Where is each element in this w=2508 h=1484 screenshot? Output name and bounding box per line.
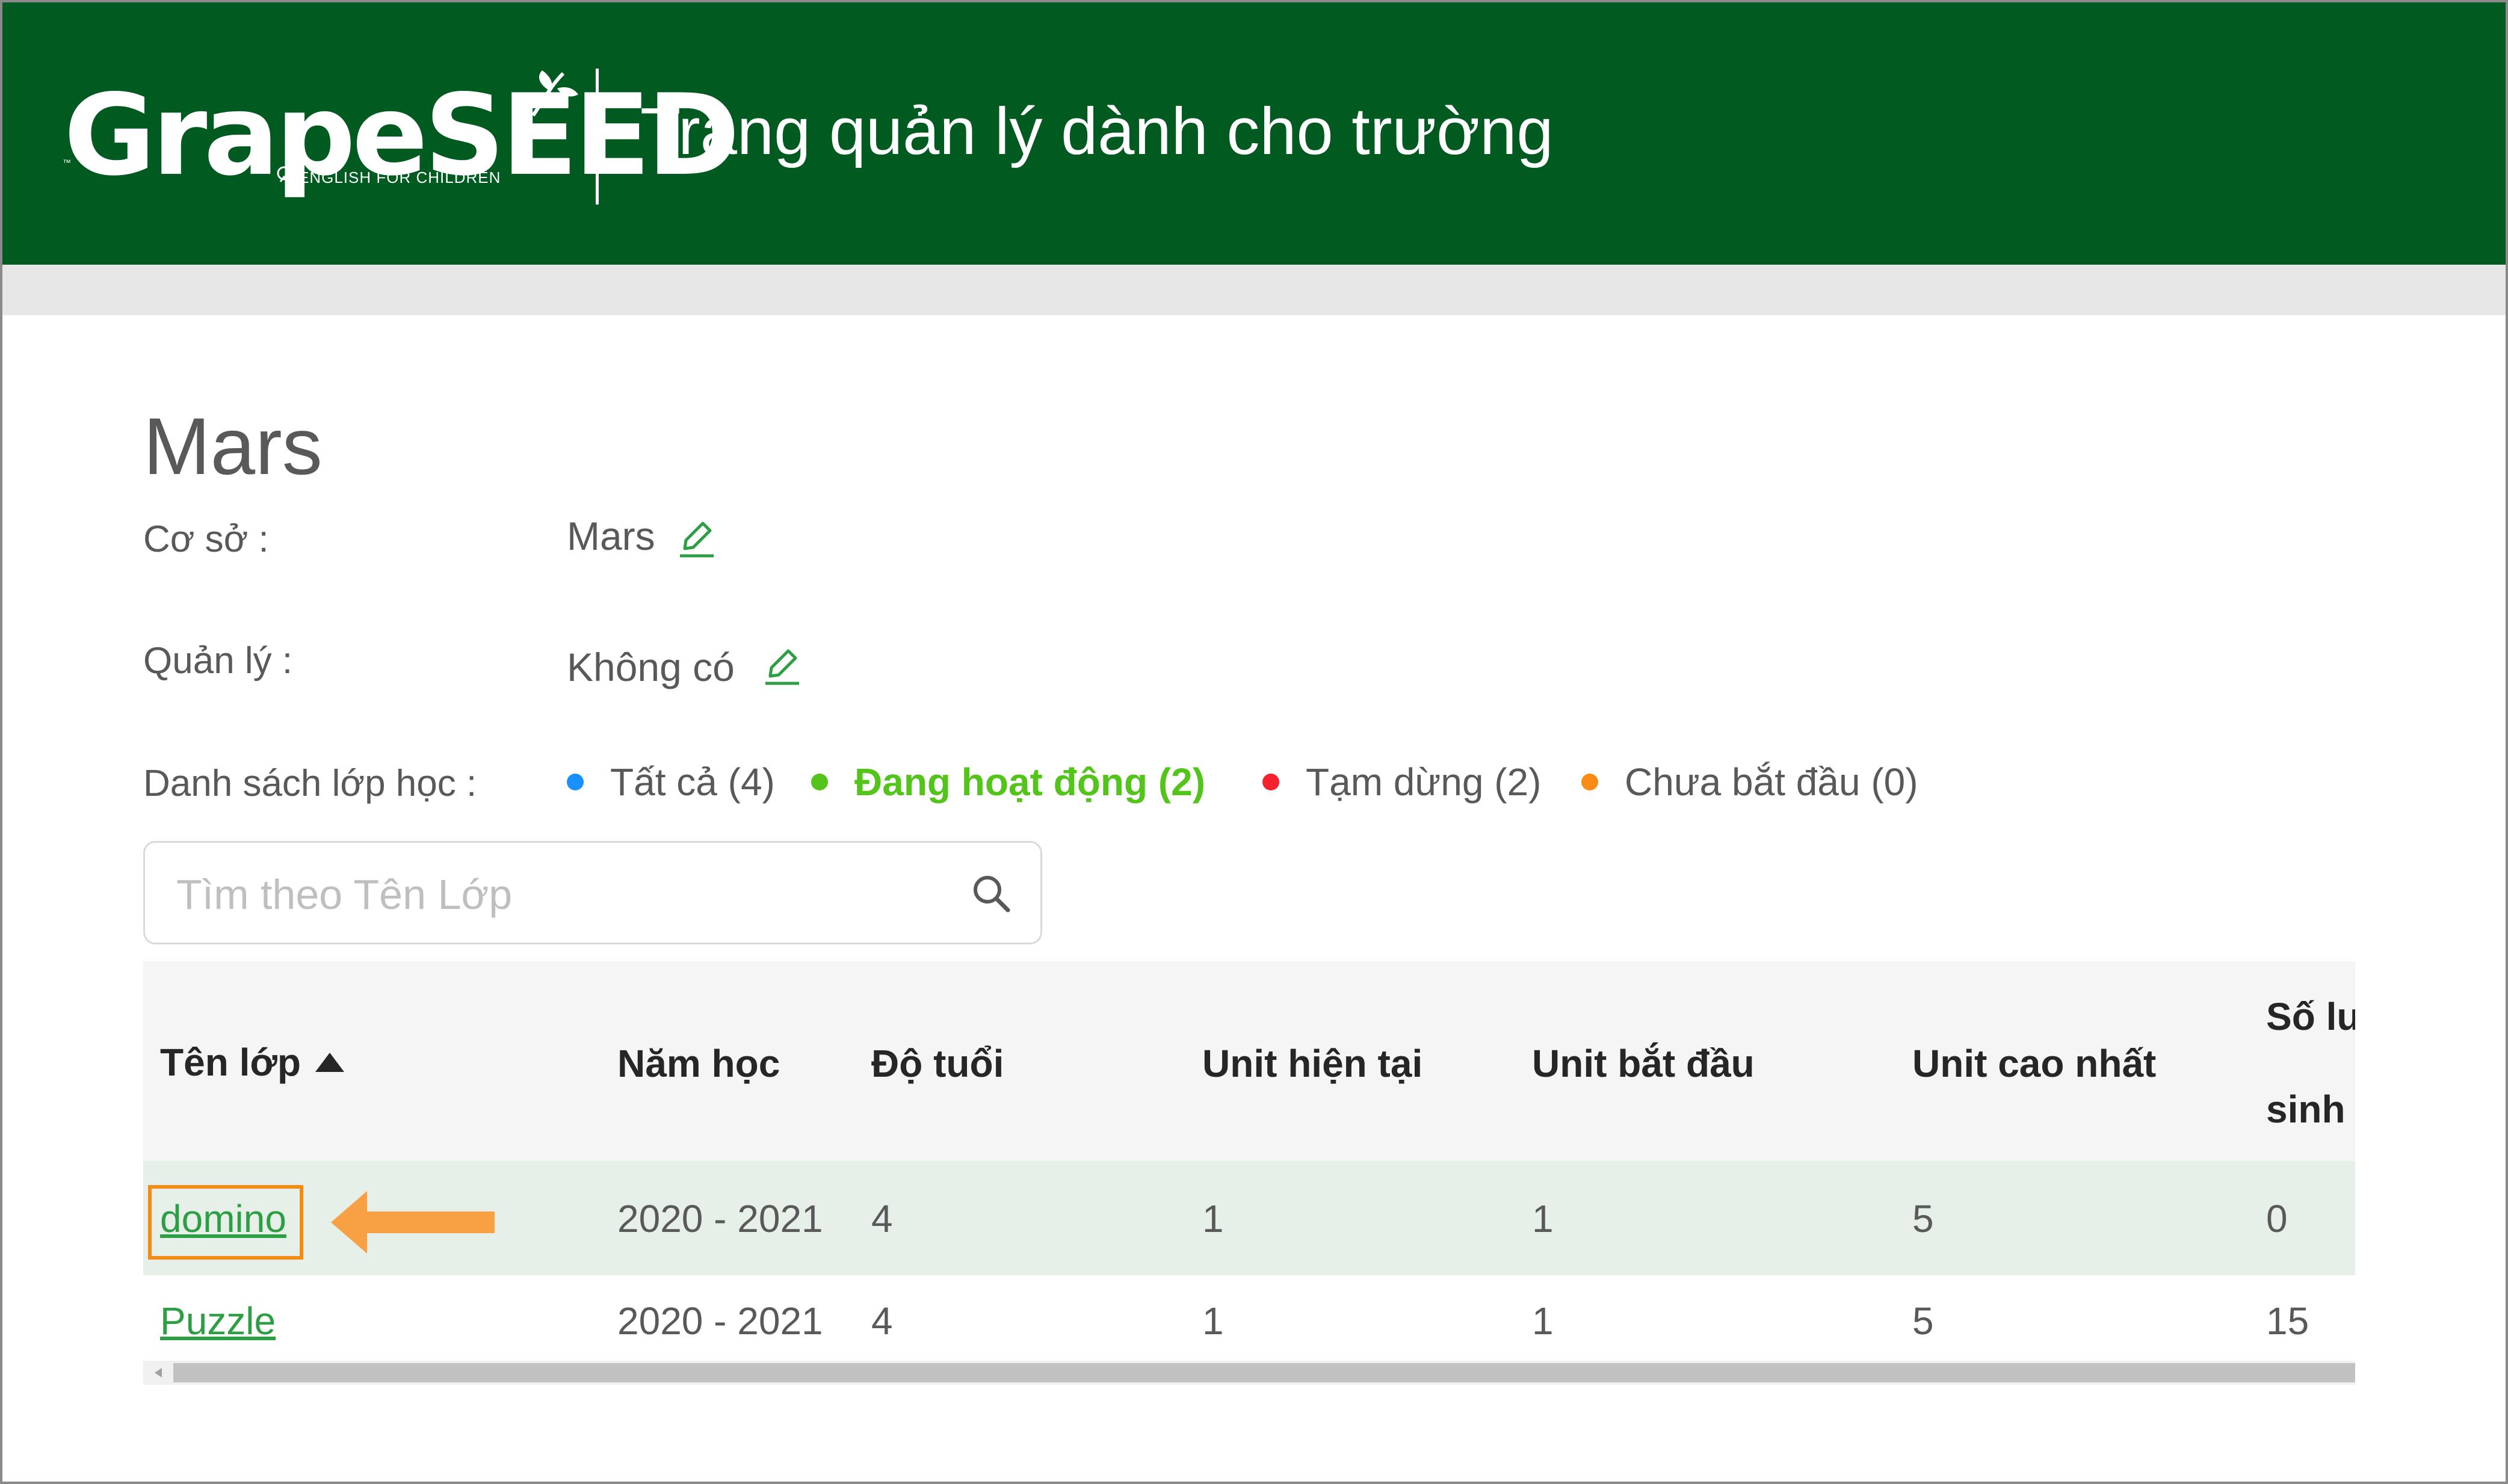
column-class-name[interactable]: Tên lớp: [160, 1043, 347, 1082]
logo-trademark: ™: [63, 158, 71, 167]
manager-value: Không có: [567, 645, 735, 689]
blue-dot-icon: [567, 774, 584, 790]
green-dot-icon: [811, 774, 828, 790]
column-start-unit[interactable]: Unit bắt đầu: [1532, 1044, 1755, 1083]
school-year-cell: 2020 - 2021: [617, 1197, 823, 1240]
class-list-label: Danh sách lớp học :: [143, 763, 477, 804]
filter-active-label: Đang hoạt động (2): [854, 760, 1206, 804]
students-cell: 15: [2266, 1299, 2309, 1343]
scrollbar-thumb[interactable]: [173, 1363, 2355, 1382]
top-bar: GrapeSEED ENGLISH FOR CHILDREN ™ Trang q…: [2, 2, 2506, 265]
age-cell: 4: [871, 1299, 893, 1343]
max-unit-cell: 5: [1912, 1299, 1934, 1343]
search-input[interactable]: [175, 861, 948, 928]
header-divider: [596, 69, 599, 205]
search-box: [143, 841, 1042, 944]
column-school-year[interactable]: Năm học: [617, 1044, 780, 1083]
logo-badge-icon: [277, 166, 291, 182]
edit-manager-icon[interactable]: [763, 646, 803, 687]
red-dot-icon: [1262, 774, 1279, 790]
grapeseed-logo[interactable]: GrapeSEED ENGLISH FOR CHILDREN ™: [58, 67, 740, 194]
filter-not-started[interactable]: Chưa bắt đầu (0): [1581, 763, 1918, 801]
orange-dot-icon: [1581, 774, 1598, 790]
column-students-line2[interactable]: sinh: [2266, 1090, 2346, 1128]
students-cell: 0: [2266, 1197, 2288, 1240]
age-cell: 4: [871, 1197, 893, 1240]
filter-paused-label: Tạm dừng (2): [1306, 760, 1542, 804]
class-link-puzzle[interactable]: Puzzle: [160, 1302, 276, 1340]
column-students-line1[interactable]: Số lu: [2266, 997, 2355, 1036]
arrow-pointer-icon: [331, 1191, 495, 1254]
max-unit-cell: 5: [1912, 1197, 1934, 1240]
column-max-unit[interactable]: Unit cao nhất: [1912, 1044, 2156, 1083]
current-unit-cell: 1: [1202, 1299, 1224, 1343]
horizontal-scrollbar[interactable]: [143, 1361, 2355, 1385]
filter-not-started-label: Chưa bắt đầu (0): [1625, 760, 1918, 804]
table-row: domino 2020 - 2021 4 1 1 5 0: [143, 1161, 2355, 1275]
start-unit-cell: 1: [1532, 1197, 1554, 1240]
column-age[interactable]: Độ tuổi: [871, 1044, 1004, 1083]
leaf-icon: [531, 70, 578, 117]
class-link-domino[interactable]: domino: [160, 1199, 286, 1238]
sort-ascending-icon[interactable]: [313, 1050, 347, 1074]
column-class-name-label: Tên lớp: [160, 1041, 301, 1084]
column-current-unit[interactable]: Unit hiện tại: [1202, 1044, 1422, 1083]
scroll-left-button[interactable]: [148, 1363, 168, 1382]
table-row: Puzzle 2020 - 2021 4 1 1 5 15: [143, 1275, 2355, 1365]
subheader-bar: [2, 265, 2506, 315]
class-table: Tên lớp Năm học Độ tuổi Unit hiện tại Un…: [143, 961, 2355, 1382]
filter-all-label: Tất cả (4): [610, 760, 775, 804]
logo-subtitle: ENGLISH FOR CHILDREN: [298, 168, 501, 186]
campus-label: Cơ sở :: [143, 519, 269, 560]
filter-paused[interactable]: Tạm dừng (2): [1262, 763, 1541, 801]
filter-all[interactable]: Tất cả (4): [567, 763, 775, 801]
start-unit-cell: 1: [1532, 1299, 1554, 1343]
table-header: Tên lớp Năm học Độ tuổi Unit hiện tại Un…: [143, 961, 2355, 1161]
edit-campus-icon[interactable]: [678, 519, 717, 559]
campus-value: Mars: [567, 514, 655, 558]
school-year-cell: 2020 - 2021: [617, 1299, 823, 1343]
search-icon[interactable]: [971, 873, 1012, 914]
current-unit-cell: 1: [1202, 1197, 1224, 1240]
scroll-left-icon: [155, 1368, 162, 1378]
manager-label: Quản lý :: [143, 640, 293, 682]
app-title: Trang quản lý dành cho trường: [640, 94, 1554, 168]
filter-active[interactable]: Đang hoạt động (2): [811, 763, 1205, 801]
page-title: Mars: [143, 402, 323, 491]
